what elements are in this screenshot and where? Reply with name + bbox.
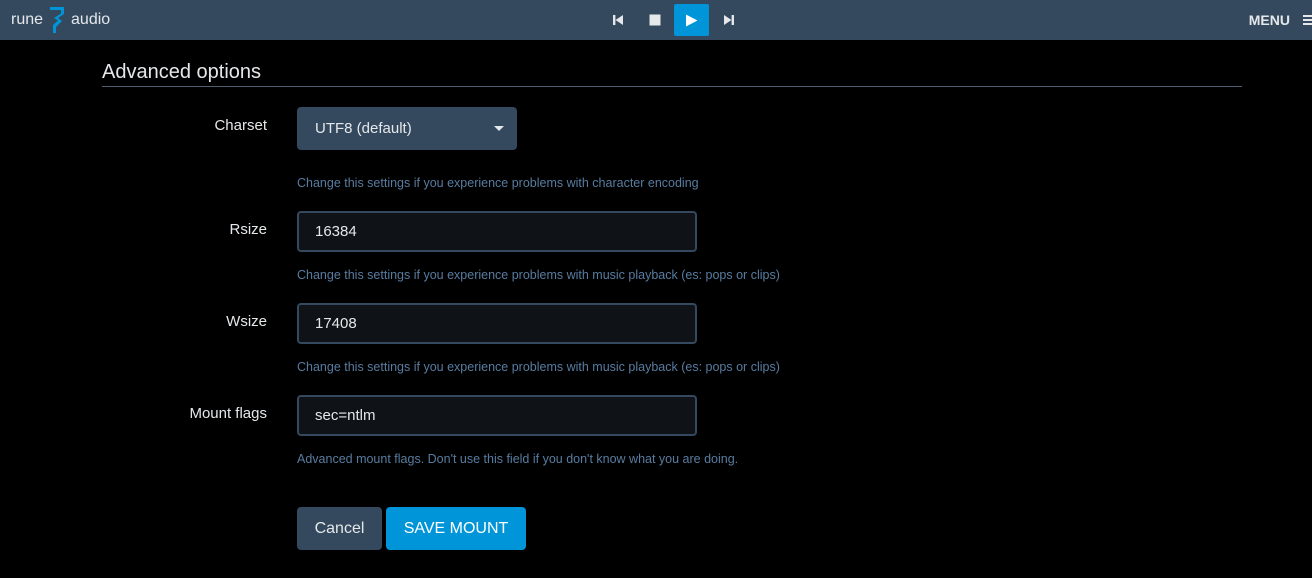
wsize-input[interactable]: 17408 <box>297 303 697 344</box>
charset-value: UTF8 (default) <box>315 120 412 137</box>
charset-help: Change this settings if you experience p… <box>297 176 699 190</box>
rsize-input[interactable]: 16384 <box>297 211 697 252</box>
next-button[interactable] <box>711 4 746 36</box>
play-button[interactable] <box>674 4 709 36</box>
rsize-label: Rsize <box>229 221 267 238</box>
save-mount-button[interactable]: SAVE MOUNT <box>386 507 526 550</box>
charset-select[interactable]: UTF8 (default) <box>297 107 517 150</box>
skip-next-icon <box>723 15 734 25</box>
section-title: Advanced options <box>102 61 1242 87</box>
caret-down-icon <box>494 126 504 131</box>
hamburger-icon <box>1303 15 1312 25</box>
cancel-button[interactable]: Cancel <box>297 507 382 550</box>
mount-flags-label: Mount flags <box>189 405 267 422</box>
brand-text-left: rune <box>11 11 44 28</box>
wsize-label: Wsize <box>226 313 267 330</box>
play-icon <box>686 14 698 26</box>
rsize-value: 16384 <box>315 223 357 240</box>
stop-icon <box>649 14 660 26</box>
brand-text-right: audio <box>71 11 111 28</box>
playback-controls <box>600 4 748 36</box>
wsize-value: 17408 <box>315 315 357 332</box>
mount-flags-value: sec=ntlm <box>315 407 376 424</box>
previous-button[interactable] <box>600 4 635 36</box>
rsize-help: Change this settings if you experience p… <box>297 268 780 282</box>
stop-button[interactable] <box>637 4 672 36</box>
mount-flags-help: Advanced mount flags. Don't use this fie… <box>297 452 739 466</box>
top-navbar: rune audio MENU <box>0 0 1312 40</box>
menu-button[interactable]: MENU <box>1249 0 1312 40</box>
skip-previous-icon <box>612 15 623 25</box>
rune-logo-icon <box>50 7 65 33</box>
charset-label: Charset <box>214 117 267 134</box>
menu-label: MENU <box>1248 12 1290 28</box>
wsize-help: Change this settings if you experience p… <box>297 360 780 374</box>
brand-logo[interactable]: rune audio <box>11 0 110 40</box>
mount-flags-input[interactable]: sec=ntlm <box>297 395 697 436</box>
